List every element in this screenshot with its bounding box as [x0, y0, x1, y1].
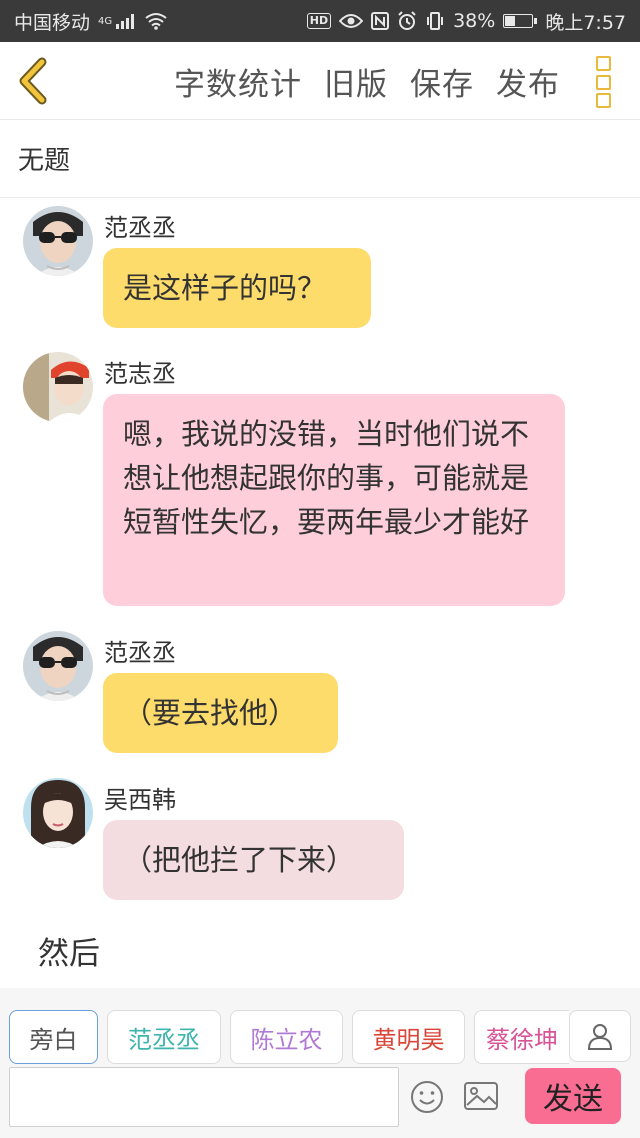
back-button[interactable]	[16, 56, 52, 106]
message-bubble[interactable]: （把他拦了下来）	[103, 820, 404, 900]
vibrate-icon	[427, 12, 444, 30]
character-chip-narrator[interactable]: 旁白	[9, 1010, 98, 1064]
back-arrow-icon	[19, 57, 47, 105]
message-bubble[interactable]: 嗯，我说的没错，当时他们说不想让他想起跟你的事，可能就是短暂性失忆，要两年最少才…	[103, 394, 565, 606]
top-toolbar: 字数统计 旧版 保存 发布	[0, 42, 640, 120]
alarm-icon	[398, 11, 416, 30]
emoji-button[interactable]	[410, 1080, 444, 1114]
network-type: 4G	[98, 15, 113, 27]
battery-fill	[505, 16, 516, 26]
composer: 发送	[0, 1066, 640, 1138]
publish-button[interactable]: 发布	[496, 59, 560, 104]
character-selector: 旁白 范丞丞 陈立农 黄明昊 蔡徐坤	[0, 988, 640, 1066]
sender-name: 范丞丞	[104, 639, 176, 667]
narration-text[interactable]: 然后	[38, 928, 100, 973]
more-dot-icon	[596, 93, 611, 108]
sender-name: 范志丞	[104, 360, 176, 388]
bottom-editor: 旁白 范丞丞 陈立农 黄明昊 蔡徐坤 发送	[0, 988, 640, 1138]
message-input[interactable]	[9, 1067, 399, 1127]
more-dot-icon	[596, 56, 611, 71]
more-menu-button[interactable]	[596, 56, 614, 108]
sender-name: 吴西韩	[104, 786, 176, 814]
eye-icon	[339, 14, 364, 28]
smiley-icon	[411, 1081, 443, 1113]
sender-name: 范丞丞	[104, 214, 176, 242]
more-dot-icon	[596, 74, 611, 90]
avatar[interactable]	[23, 631, 93, 701]
battery-percent: 38%	[453, 10, 496, 32]
avatar[interactable]	[23, 352, 93, 422]
character-chip[interactable]: 蔡徐坤	[474, 1010, 569, 1064]
save-button[interactable]: 保存	[410, 59, 474, 104]
clock: 晚上7:57	[545, 11, 626, 34]
wifi-icon	[145, 13, 167, 30]
character-chip[interactable]: 陈立农	[230, 1010, 343, 1064]
word-count-button[interactable]: 字数统计	[174, 59, 302, 104]
battery-icon	[503, 14, 538, 28]
character-chip[interactable]: 范丞丞	[107, 1010, 221, 1064]
message-bubble[interactable]: （要去找他）	[103, 673, 338, 753]
image-button[interactable]	[463, 1080, 499, 1112]
send-button[interactable]: 发送	[525, 1068, 621, 1124]
story-title[interactable]: 无题	[0, 120, 640, 198]
avatar[interactable]	[23, 206, 93, 276]
user-icon	[587, 1024, 613, 1050]
signal-icon	[116, 13, 135, 29]
carrier-name: 中国移动	[14, 11, 91, 34]
message-bubble[interactable]: 是这样子的吗？	[103, 248, 371, 328]
character-chip[interactable]: 黄明昊	[352, 1010, 465, 1064]
hd-icon: HD	[306, 13, 332, 29]
nfc-icon	[371, 12, 390, 30]
avatar[interactable]	[23, 778, 93, 848]
character-manager-button[interactable]	[569, 1010, 631, 1062]
old-version-button[interactable]: 旧版	[324, 59, 388, 104]
status-bar: 中国移动 4G HD 38% 晚上7:57	[0, 0, 640, 42]
image-icon	[464, 1082, 498, 1110]
